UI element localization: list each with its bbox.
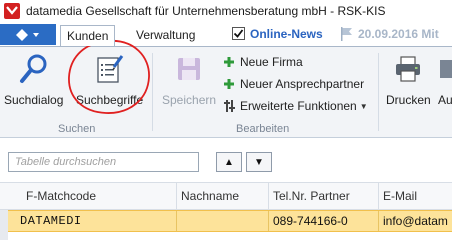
tools-icon bbox=[222, 99, 236, 113]
green-plus-icon bbox=[222, 77, 236, 91]
data-grid: F-Matchcode Nachname Tel.Nr. Partner E-M… bbox=[0, 182, 452, 240]
annotation-circle bbox=[68, 40, 150, 114]
table-row[interactable]: DATAMEDI 089-744166-0 info@datam bbox=[8, 210, 452, 232]
column-header-telefon[interactable]: Tel.Nr. Partner bbox=[268, 183, 378, 210]
suchdialog-button[interactable]: Suchdialog bbox=[4, 51, 63, 107]
partial-label: Au bbox=[438, 93, 452, 107]
tab-kunden[interactable]: Kunden bbox=[60, 25, 116, 46]
neuer-ansprechpartner-label: Neuer Ansprechpartner bbox=[240, 77, 365, 91]
grid-header: F-Matchcode Nachname Tel.Nr. Partner E-M… bbox=[0, 182, 452, 210]
app-menu-button[interactable] bbox=[0, 24, 56, 45]
speichern-label: Speichern bbox=[162, 93, 217, 107]
chevron-down-icon: ▼ bbox=[359, 101, 368, 111]
news-date: 20.09.2016 Mit bbox=[358, 27, 439, 41]
group-label-suchen: Suchen bbox=[58, 123, 96, 135]
column-header-email[interactable]: E-Mail bbox=[378, 183, 452, 210]
partial-button[interactable]: Au bbox=[438, 51, 452, 107]
suchdialog-label: Suchdialog bbox=[4, 93, 64, 107]
app-logo-icon bbox=[4, 3, 20, 19]
window-title: datamedia Gesellschaft für Unternehmensb… bbox=[26, 4, 386, 18]
column-header-nachname[interactable]: Nachname bbox=[176, 183, 268, 210]
erweiterte-funktionen-label: Erweiterte Funktionen bbox=[240, 99, 357, 113]
printer-icon bbox=[396, 56, 421, 82]
search-down-button[interactable]: ▼ bbox=[246, 152, 272, 172]
online-news-checkbox[interactable] bbox=[232, 27, 245, 40]
checkmark-icon bbox=[233, 29, 244, 38]
column-header-matchcode[interactable]: F-Matchcode bbox=[8, 183, 176, 210]
group-separator bbox=[152, 53, 153, 131]
search-up-button[interactable]: ▲ bbox=[216, 152, 242, 172]
cell-email: info@datam bbox=[378, 211, 452, 231]
neue-firma-button[interactable]: Neue Firma bbox=[222, 55, 303, 69]
cell-matchcode: DATAMEDI bbox=[20, 214, 82, 228]
speichern-button[interactable]: Speichern bbox=[162, 51, 216, 107]
green-plus-icon bbox=[222, 55, 236, 69]
flag-icon bbox=[341, 27, 352, 41]
neuer-ansprechpartner-button[interactable]: Neuer Ansprechpartner bbox=[222, 77, 364, 91]
ribbon-panel: Suchdialog Suchbegriffe Suchen Speichern… bbox=[0, 40, 452, 138]
cell-nachname bbox=[176, 211, 268, 231]
group-separator bbox=[378, 53, 379, 131]
online-news-label[interactable]: Online-News bbox=[250, 27, 323, 41]
magnifier-icon bbox=[19, 54, 47, 83]
search-area: ▲ ▼ bbox=[0, 138, 452, 182]
title-bar: datamedia Gesellschaft für Unternehmensb… bbox=[0, 0, 452, 22]
drucken-button[interactable]: Drucken bbox=[386, 51, 431, 107]
floppy-disk-icon bbox=[178, 58, 201, 80]
partial-icon bbox=[440, 60, 452, 78]
search-input[interactable] bbox=[8, 152, 199, 172]
cell-telefon: 089-744166-0 bbox=[268, 211, 378, 231]
neue-firma-label: Neue Firma bbox=[240, 55, 303, 69]
erweiterte-funktionen-button[interactable]: Erweiterte Funktionen ▼ bbox=[222, 99, 368, 113]
drucken-label: Drucken bbox=[386, 93, 431, 107]
row-selector-gutter[interactable] bbox=[0, 210, 8, 240]
group-label-bearbeiten: Bearbeiten bbox=[236, 123, 290, 135]
app-menu-icon bbox=[16, 28, 39, 41]
ribbon-tab-row: Kunden Verwaltung Online-News 20.09.2016… bbox=[0, 22, 452, 46]
